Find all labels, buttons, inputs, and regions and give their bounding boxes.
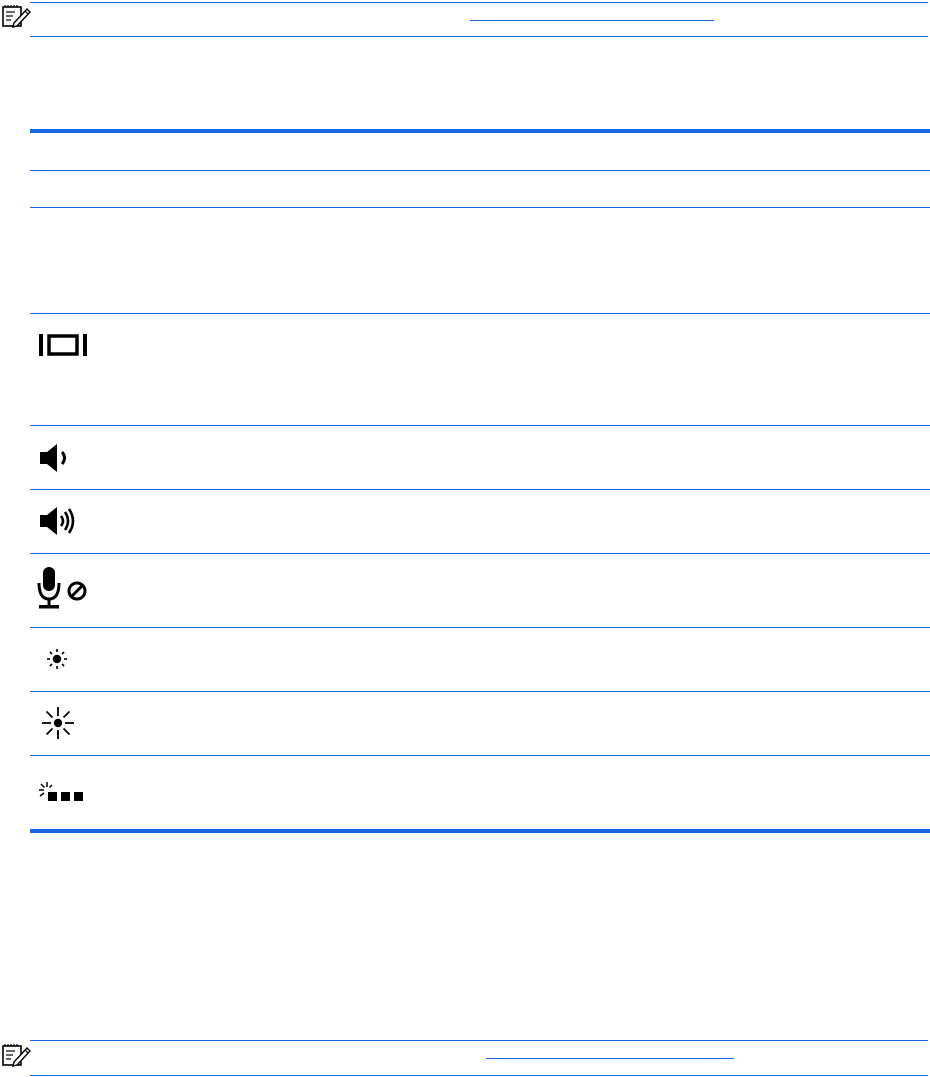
- table-row-divider: [30, 425, 930, 426]
- note-pencil-icon: [2, 1044, 31, 1067]
- microphone-mute-icon: [37, 567, 87, 609]
- page: { "notes": [ { "icon": "note-pencil-icon…: [0, 0, 930, 1077]
- table-row-divider: [30, 207, 930, 208]
- note-pencil-icon: [2, 5, 31, 28]
- table-bottom-border: [30, 829, 930, 833]
- sleep-moon-icon: [47, 223, 86, 264]
- brightness-down-icon: [47, 649, 67, 669]
- table-row-divider: [30, 755, 930, 756]
- table-row-divider: [30, 553, 930, 554]
- keyboard-backlight-icon: [39, 782, 83, 801]
- note-bottom-rule-upper: [30, 1040, 928, 1041]
- volume-up-icon: [40, 507, 75, 535]
- note-link[interactable]: [486, 1058, 734, 1059]
- switch-screen-image-icon: [39, 334, 87, 356]
- table-header-divider: [30, 170, 930, 171]
- note-bottom-rule-lower: [30, 1075, 928, 1076]
- table-row-divider: [30, 313, 930, 314]
- table-row-divider: [30, 627, 930, 628]
- table-top-border: [30, 129, 930, 133]
- volume-down-icon: [40, 444, 66, 472]
- table-row-divider: [30, 691, 930, 692]
- note-link[interactable]: [470, 20, 714, 21]
- note-top-rule-upper: [30, 2, 928, 3]
- brightness-up-icon: [42, 707, 74, 739]
- note-top-rule-lower: [30, 36, 928, 37]
- table-row-divider: [30, 489, 930, 490]
